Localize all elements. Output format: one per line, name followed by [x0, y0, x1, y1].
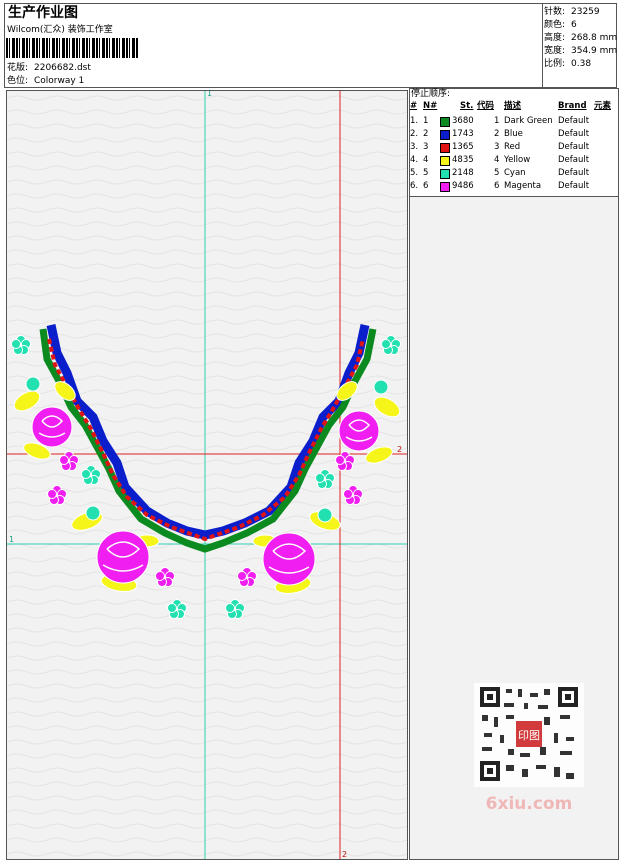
row-index: 3.: [410, 142, 419, 152]
row-stitches: 1743: [452, 129, 474, 139]
width-value: 354.9 mm: [571, 46, 618, 56]
color-swatch: [440, 130, 450, 140]
height-label: 高度:: [544, 33, 566, 43]
width-label: 宽度:: [544, 46, 566, 56]
row-brand: Default: [558, 181, 590, 191]
row-brand: Default: [558, 168, 590, 178]
guide-label-top: 1: [207, 91, 212, 98]
row-needle: 2: [423, 129, 429, 139]
row-code: 2: [494, 129, 500, 139]
guide-label-left: 1: [9, 535, 14, 544]
row-code: 4: [494, 155, 500, 165]
colorway-value: Colorway 1: [34, 76, 85, 86]
row-stitches: 4835: [452, 155, 474, 165]
table-header-stitches: St.: [460, 101, 474, 111]
row-brand: Default: [558, 116, 590, 126]
table-header-num: N#: [423, 101, 438, 111]
pattern-label: 花版:: [7, 63, 29, 73]
watermark: 印图 6xiu.com: [474, 683, 584, 815]
color-swatch: [440, 143, 450, 153]
stitches-value: 23259: [571, 7, 600, 17]
row-index: 6.: [410, 181, 419, 191]
row-description: Yellow: [504, 155, 531, 165]
table-header-desc: 描述: [504, 101, 522, 111]
color-swatch: [440, 117, 450, 127]
row-stitches: 3680: [452, 116, 474, 126]
row-index: 5.: [410, 168, 419, 178]
color-swatch: [440, 169, 450, 179]
row-description: Cyan: [504, 168, 526, 178]
row-code: 3: [494, 142, 500, 152]
scale-label: 比例:: [544, 59, 566, 69]
stitches-label: 针数:: [544, 7, 566, 17]
color-swatch: [440, 156, 450, 166]
table-header-brand: Brand: [558, 101, 587, 111]
guide-label-right: 2: [397, 445, 402, 454]
brand-text: 6xiu.com: [486, 794, 573, 814]
row-stitches: 1365: [452, 142, 474, 152]
page-title: 生产作业图: [8, 5, 78, 21]
color-swatch: [440, 182, 450, 192]
row-brand: Default: [558, 142, 590, 152]
row-needle: 4: [423, 155, 429, 165]
row-description: Dark Green: [504, 116, 553, 126]
row-code: 5: [494, 168, 500, 178]
row-description: Magenta: [504, 181, 542, 191]
company-name: Wilcom(汇众) 装饰工作室: [7, 25, 113, 35]
row-index: 4.: [410, 155, 419, 165]
row-description: Blue: [504, 129, 523, 139]
colors-label: 颜色:: [544, 20, 566, 30]
row-needle: 5: [423, 168, 429, 178]
row-stitches: 9486: [452, 181, 474, 191]
row-stitches: 2148: [452, 168, 474, 178]
pattern-value: 2206682.dst: [34, 63, 91, 73]
row-needle: 3: [423, 142, 429, 152]
row-code: 1: [494, 116, 500, 126]
qr-code-icon: 印图 6xiu.com: [474, 683, 584, 814]
colors-value: 6: [571, 20, 577, 30]
table-header-hash: #: [410, 101, 418, 111]
row-needle: 1: [423, 116, 429, 126]
row-index: 2.: [410, 129, 419, 139]
guide-label-bottom: 2: [342, 850, 347, 859]
design-canvas: 1 1 2 2: [6, 90, 408, 860]
row-index: 1.: [410, 116, 419, 126]
stop-sequence-title: 停止顺序:: [411, 89, 451, 99]
embroidery-design: 1 1 2 2: [7, 91, 407, 859]
table-header-code: 代码: [477, 101, 495, 111]
row-code: 6: [494, 181, 500, 191]
height-value: 268.8 mm: [571, 33, 618, 43]
row-brand: Default: [558, 155, 590, 165]
row-description: Red: [504, 142, 521, 152]
row-brand: Default: [558, 129, 590, 139]
background-texture: [7, 91, 407, 859]
colorway-label: 色位:: [7, 76, 29, 86]
scale-value: 0.38: [571, 59, 592, 69]
row-needle: 6: [423, 181, 429, 191]
barcode: [6, 38, 138, 58]
table-header-element: 元素: [594, 101, 612, 111]
seal-text: 印图: [518, 729, 540, 742]
